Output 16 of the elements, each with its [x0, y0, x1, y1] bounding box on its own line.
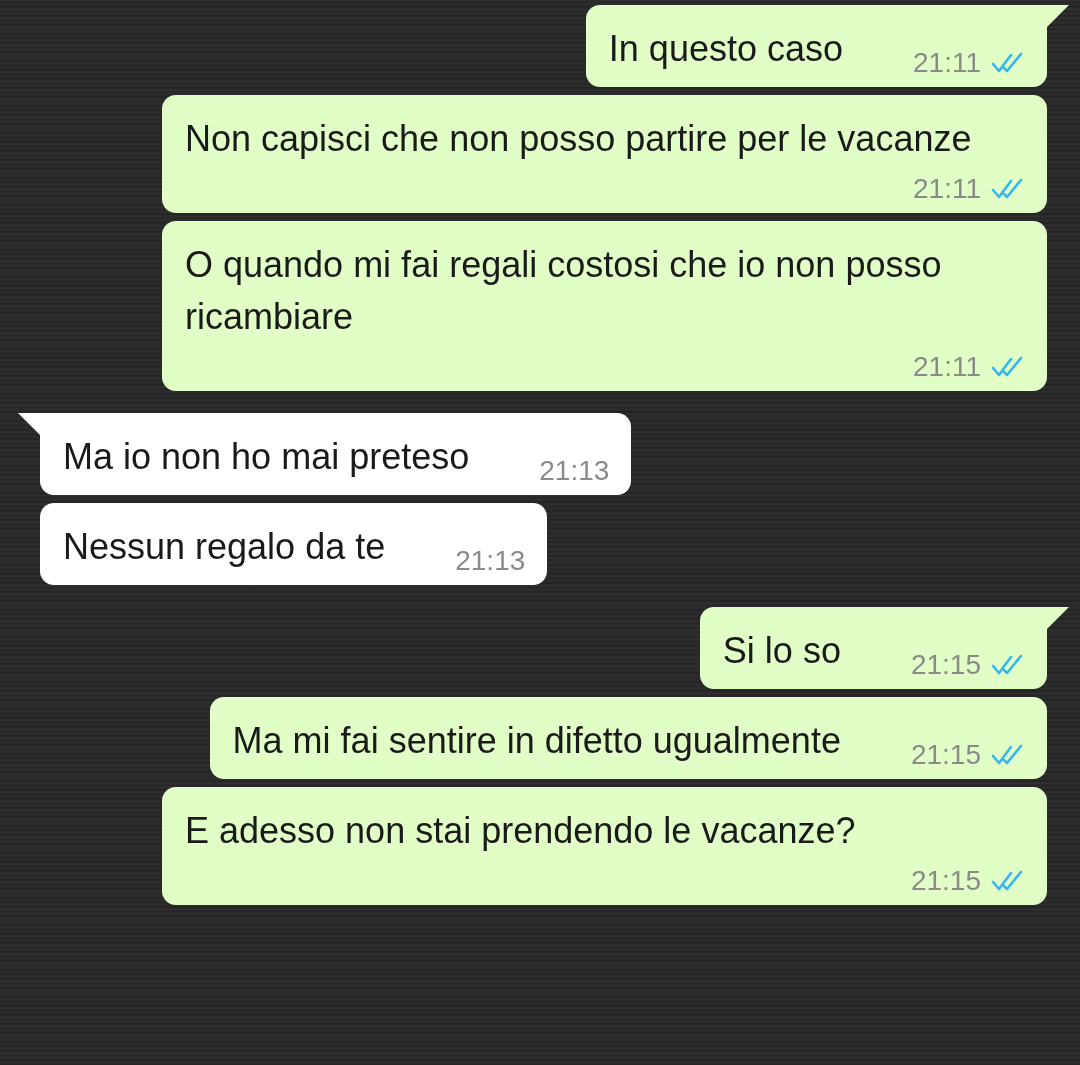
message-time: 21:11: [913, 46, 981, 80]
message-time: 21:11: [913, 172, 981, 206]
message-text: Ma mi fai sentire in difetto ugualmente: [232, 719, 841, 763]
message-time: 21:13: [539, 454, 610, 488]
message-text: E adesso non stai prendendo le vacanze?: [185, 809, 856, 853]
message-time: 21:15: [910, 864, 981, 898]
message-time: 21:13: [455, 544, 526, 578]
message-time: 21:11: [913, 350, 981, 384]
message-text: Si lo so: [722, 629, 841, 673]
message-text: Ma io non ho mai preteso: [63, 435, 470, 479]
message-text: Nessun regalo da te: [63, 525, 386, 569]
message-time: 21:15: [910, 738, 981, 772]
message-text: Non capisci che non posso partire per le vacanze: [185, 117, 972, 161]
message-text: O quando mi fai regali costosi che io non posso ricambiare: [185, 243, 943, 339]
message-text: In questo caso: [608, 27, 843, 71]
message-time: 21:15: [910, 648, 981, 682]
